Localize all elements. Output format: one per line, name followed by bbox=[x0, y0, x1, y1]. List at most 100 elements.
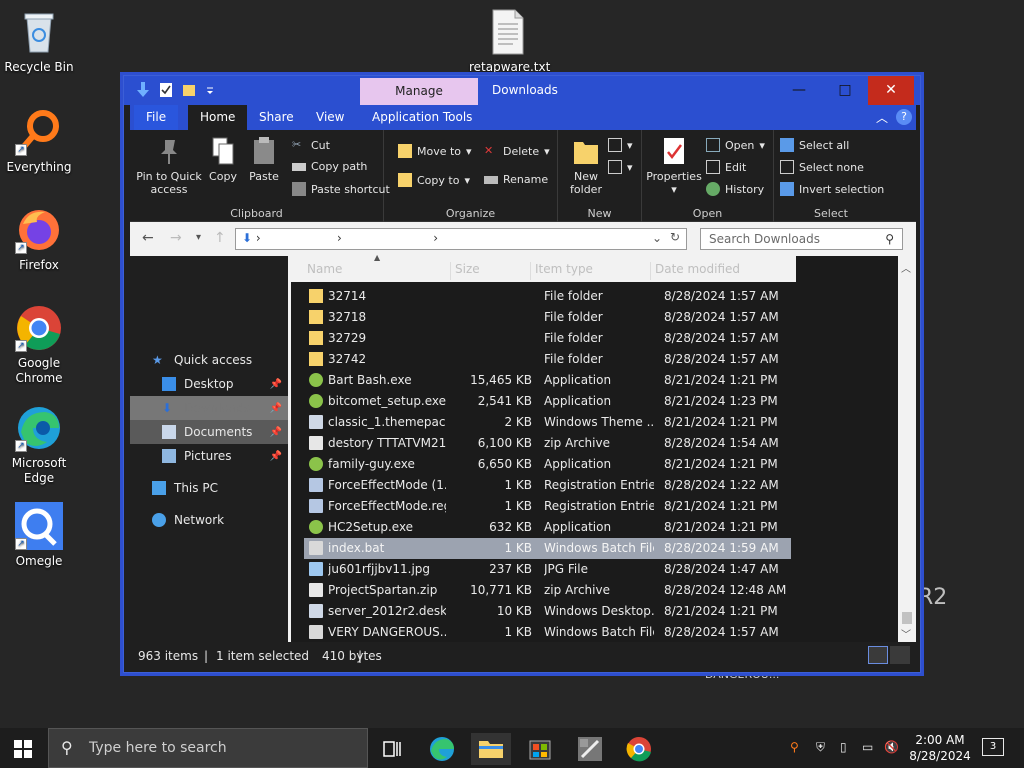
scroll-thumb[interactable] bbox=[902, 612, 912, 624]
address-dropdown-icon[interactable]: ⌄ bbox=[652, 231, 662, 245]
scroll-up-icon[interactable]: ︿ bbox=[901, 260, 911, 275]
tray-usb-icon[interactable]: ▯ bbox=[840, 740, 847, 754]
column-date[interactable]: Date modified bbox=[655, 262, 795, 280]
back-icon[interactable]: ← bbox=[142, 230, 154, 246]
table-row[interactable]: Bart Bash.exe 15,465 KB Application 8/21/20… bbox=[304, 370, 791, 391]
taskbar-edge[interactable] bbox=[422, 733, 462, 765]
tab-view[interactable]: View bbox=[304, 105, 356, 130]
table-row[interactable]: destory TTTATVM21... 6,100 KB zip Archive 8… bbox=[304, 433, 791, 454]
rename-button[interactable]: Rename bbox=[484, 173, 548, 186]
recent-locations-icon[interactable]: ▾ bbox=[196, 232, 201, 243]
up-icon[interactable]: ↑ bbox=[214, 230, 226, 246]
copy-path-button[interactable]: Copy path bbox=[292, 160, 367, 173]
easy-access-button[interactable]: ▾ bbox=[608, 160, 633, 174]
start-button[interactable] bbox=[14, 740, 32, 761]
move-to-button[interactable]: Move to ▾ bbox=[398, 144, 472, 158]
new-folder-qat-icon[interactable] bbox=[182, 82, 196, 98]
paste-button[interactable]: Paste bbox=[246, 134, 282, 183]
column-size[interactable]: Size bbox=[455, 262, 531, 280]
copy-button[interactable]: Copy bbox=[206, 134, 240, 183]
desktop-icon-everything[interactable]: ↗ Everything bbox=[1, 108, 77, 175]
select-none-button[interactable]: Select none bbox=[780, 160, 864, 174]
table-row[interactable]: 32742 File folder 8/28/2024 1:57 AM bbox=[304, 349, 791, 370]
nav-quick-access[interactable]: ★ Quick access bbox=[130, 348, 288, 372]
file-list[interactable]: ▲ Name Size Item type Date modified 3271… bbox=[288, 253, 902, 643]
desktop-icon-recycle-bin[interactable]: Recycle Bin bbox=[1, 8, 77, 75]
download-arrow-icon[interactable] bbox=[136, 82, 150, 98]
pin-to-quick-access-button[interactable]: Pin to Quick access bbox=[134, 134, 204, 196]
table-row[interactable]: classic_1.themepack 2 KB Windows Theme ...… bbox=[304, 412, 791, 433]
desktop-icon-chrome[interactable]: ↗ Google Chrome bbox=[1, 304, 77, 386]
desktop-icon-firefox[interactable]: ↗ Firefox bbox=[1, 206, 77, 273]
table-row[interactable]: 32729 File folder 8/28/2024 1:57 AM bbox=[304, 328, 791, 349]
tab-file[interactable]: File bbox=[134, 105, 179, 130]
select-all-button[interactable]: Select all bbox=[780, 138, 849, 152]
table-row[interactable]: HC2Setup.exe 632 KB Application 8/21/2024 1… bbox=[304, 517, 791, 538]
scroll-down-icon[interactable]: ﹀ bbox=[901, 626, 911, 641]
desktop-icon-omegle[interactable]: ↗ Omegle bbox=[1, 502, 77, 569]
table-row[interactable]: server_2012r2.deskt... 10 KB Windows Deskt… bbox=[304, 601, 791, 622]
address-bar[interactable]: ⬇ › › › ⌄ ↻ bbox=[235, 228, 687, 250]
tab-application-tools[interactable]: Application Tools bbox=[360, 105, 484, 130]
search-input[interactable]: Search Downloads ⚲ bbox=[700, 228, 903, 250]
taskbar-search-input[interactable]: ⚲ Type here to search bbox=[48, 728, 368, 768]
details-view-icon[interactable] bbox=[868, 646, 888, 664]
table-row[interactable]: ju601rfjjbv11.jpg 237 KB JPG File 8/28/2024… bbox=[304, 559, 791, 580]
table-row[interactable]: ProjectSpartan.zip 10,771 KB zip Archive 8/… bbox=[304, 580, 791, 601]
maximize-button[interactable]: □ bbox=[822, 76, 868, 105]
column-type[interactable]: Item type bbox=[535, 262, 651, 280]
table-row[interactable]: family-guy.exe 6,650 KB Application 8/21/20… bbox=[304, 454, 791, 475]
nav-downloads[interactable]: ⬇ Downloads 📌 bbox=[130, 396, 288, 420]
properties-icon[interactable] bbox=[159, 82, 173, 98]
invert-selection-button[interactable]: Invert selection bbox=[780, 182, 884, 196]
help-icon[interactable]: ? bbox=[896, 109, 912, 125]
nav-network[interactable]: Network bbox=[130, 508, 288, 532]
nav-this-pc[interactable]: This PC bbox=[130, 476, 288, 500]
notification-center-button[interactable]: 3 bbox=[982, 738, 1004, 756]
history-button[interactable]: History bbox=[706, 182, 764, 196]
open-button[interactable]: Open ▾ bbox=[706, 138, 765, 152]
table-row[interactable]: ForceEffectMode (1... 1 KB Registration En… bbox=[304, 475, 791, 496]
manage-tab[interactable]: Manage bbox=[360, 78, 478, 105]
table-row[interactable]: VERY DANGEROUS.... 1 KB Windows Batch File… bbox=[304, 622, 791, 643]
qat-dropdown-icon[interactable] bbox=[205, 82, 215, 98]
forward-icon[interactable]: → bbox=[170, 230, 182, 246]
title-bar[interactable]: Manage Downloads — □ ✕ bbox=[124, 76, 920, 105]
tray-volume-muted-icon[interactable]: 🔇 bbox=[884, 740, 899, 754]
taskbar-store[interactable] bbox=[520, 733, 560, 765]
nav-pictures[interactable]: Pictures 📌 bbox=[130, 444, 288, 468]
minimize-button[interactable]: — bbox=[776, 76, 822, 105]
refresh-icon[interactable]: ↻ bbox=[670, 230, 680, 244]
copy-to-button[interactable]: Copy to ▾ bbox=[398, 173, 470, 187]
paste-shortcut-button[interactable]: Paste shortcut bbox=[292, 182, 390, 196]
delete-button[interactable]: ✕ Delete ▾ bbox=[484, 144, 550, 158]
tray-network-icon[interactable]: ▭ bbox=[862, 740, 873, 754]
task-view-button[interactable] bbox=[372, 733, 412, 765]
nav-documents[interactable]: Documents 📌 bbox=[130, 420, 288, 444]
tab-share[interactable]: Share bbox=[247, 105, 306, 130]
new-folder-button[interactable]: New folder bbox=[564, 134, 608, 196]
desktop-icon-retapware[interactable]: retapware.txt bbox=[469, 8, 550, 75]
ribbon-collapse-icon[interactable]: ︿ bbox=[876, 109, 888, 126]
table-row[interactable]: bitcomet_setup.exe 2,541 KB Application 8/2… bbox=[304, 391, 791, 412]
nav-desktop[interactable]: Desktop 📌 bbox=[130, 372, 288, 396]
new-item-button[interactable]: ▾ bbox=[608, 138, 633, 152]
taskbar-chrome[interactable] bbox=[619, 733, 659, 765]
table-row[interactable]: index.bat 1 KB Windows Batch File 8/28/2024… bbox=[304, 538, 791, 559]
vertical-scrollbar[interactable]: ︿ ﹀ bbox=[898, 256, 916, 642]
taskbar-app[interactable] bbox=[570, 733, 610, 765]
table-row[interactable]: 32714 File folder 8/28/2024 1:57 AM bbox=[304, 286, 791, 307]
cut-button[interactable]: ✂ Cut bbox=[292, 138, 330, 152]
column-name[interactable]: Name bbox=[307, 262, 451, 280]
table-row[interactable]: ForceEffectMode.reg 1 KB Registration Entr… bbox=[304, 496, 791, 517]
tray-everything-icon[interactable]: ⚲ bbox=[790, 740, 799, 754]
properties-button[interactable]: Properties ▾ bbox=[646, 134, 702, 196]
taskbar-clock[interactable]: 2:00 AM 8/28/2024 bbox=[902, 732, 978, 764]
desktop-icon-edge[interactable]: ↗ Microsoft Edge bbox=[1, 404, 77, 486]
tab-home[interactable]: Home bbox=[188, 105, 248, 130]
taskbar-file-explorer[interactable] bbox=[471, 733, 511, 765]
close-button[interactable]: ✕ bbox=[868, 76, 914, 105]
edit-button[interactable]: Edit bbox=[706, 160, 746, 174]
file-explorer-window[interactable]: Manage Downloads — □ ✕ File Home Share V… bbox=[123, 75, 921, 673]
table-row[interactable]: 32718 File folder 8/28/2024 1:57 AM bbox=[304, 307, 791, 328]
